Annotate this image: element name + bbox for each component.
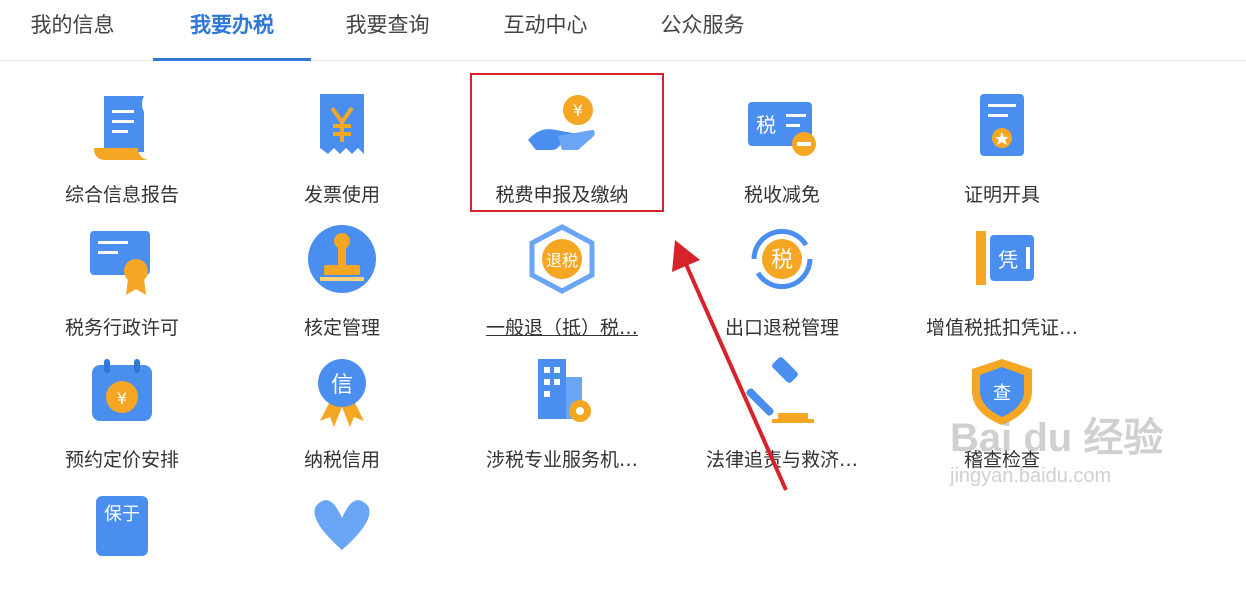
- tile-partial-2[interactable]: [242, 488, 442, 613]
- building-gear-icon: [538, 359, 591, 422]
- export-refund-icon: 税: [751, 228, 813, 290]
- certificate-star-icon: [980, 94, 1024, 156]
- tile-partial-1[interactable]: 保于: [22, 488, 222, 613]
- svg-text:查: 查: [993, 383, 1011, 404]
- stamp-icon: [308, 225, 376, 293]
- document-report-icon: [94, 96, 148, 160]
- svg-text:¥: ¥: [117, 389, 127, 408]
- svg-text:¥: ¥: [573, 101, 583, 120]
- tile-assessment[interactable]: 核定管理: [242, 223, 442, 348]
- tile-admin-license[interactable]: 税务行政许可: [22, 223, 222, 348]
- baidu-watermark: Bai du 经验 jingyan.baidu.com: [950, 405, 1230, 505]
- tile-export-refund[interactable]: 税 出口退税管理: [682, 223, 882, 348]
- tab-tax-handling-label: 我要办税: [190, 13, 274, 37]
- tile-label: 预约定价安排: [64, 449, 179, 471]
- svg-text:凭: 凭: [998, 248, 1018, 272]
- svg-text:信: 信: [331, 373, 353, 398]
- invoice-yuan-icon: [320, 94, 364, 154]
- tile-label: 法律追责与救济…: [705, 449, 858, 471]
- tile-label: 核定管理: [303, 317, 380, 339]
- tile-tax-declaration[interactable]: ¥ 税费申报及缴纳: [462, 90, 662, 215]
- svg-text:退税: 退税: [546, 251, 578, 270]
- svg-text:税: 税: [756, 113, 776, 137]
- watermark-brand: Bai du 经验: [950, 416, 1164, 460]
- tab-my-info[interactable]: 我的信息: [10, 0, 135, 60]
- tile-label: 税费申报及缴纳: [495, 184, 629, 206]
- hand-coin-icon: ¥: [528, 95, 595, 150]
- gavel-icon: [746, 357, 814, 423]
- svg-text:税: 税: [771, 248, 793, 273]
- tile-legal-remedy[interactable]: 法律追责与救济…: [682, 355, 882, 480]
- tile-label: 纳税信用: [303, 449, 380, 471]
- tile-label: 一般退（抵）税…: [485, 317, 638, 339]
- tile-professional-service[interactable]: 涉税专业服务机…: [462, 355, 662, 480]
- tile-vat-voucher[interactable]: 凭 增值税抵扣凭证…: [902, 223, 1102, 348]
- tile-label: 涉税专业服务机…: [485, 449, 638, 471]
- calendar-yuan-icon: ¥: [92, 359, 152, 421]
- tile-advance-pricing[interactable]: ¥ 预约定价安排: [22, 355, 222, 480]
- cert-partial-icon: 保于: [96, 496, 148, 556]
- nav-tabs: 我的信息 我要办税 我要查询 互动中心 公众服务: [0, 0, 1246, 61]
- tile-invoice-use[interactable]: 发票使用: [242, 90, 442, 215]
- tile-general-refund[interactable]: 退税 一般退（抵）税…: [462, 223, 662, 348]
- heart-partial-icon: [314, 500, 370, 550]
- tile-label: 综合信息报告: [64, 184, 179, 206]
- tile-label: 税收减免: [743, 184, 820, 206]
- tile-label: 税务行政许可: [64, 317, 179, 339]
- tax-card-minus-icon: 税: [748, 102, 816, 156]
- tax-refund-hexagon-icon: 退税: [529, 224, 595, 294]
- tile-label: 出口退税管理: [724, 317, 839, 339]
- tile-certificate[interactable]: 证明开具: [902, 90, 1102, 215]
- active-tab-underline: [153, 58, 311, 61]
- license-ribbon-icon: [90, 231, 150, 295]
- tab-public-service[interactable]: 公众服务: [640, 0, 765, 60]
- credit-medal-icon: 信: [318, 359, 366, 427]
- partial-tile-text: 保于: [104, 504, 140, 525]
- tile-label: 发票使用: [303, 184, 380, 206]
- tile-label: 证明开具: [963, 184, 1040, 206]
- watermark-url: jingyan.baidu.com: [950, 465, 1112, 487]
- tab-query[interactable]: 我要查询: [325, 0, 450, 60]
- tile-label: 增值税抵扣凭证…: [925, 317, 1078, 339]
- tab-tax-handling[interactable]: 我要办税: [153, 0, 311, 61]
- tile-comprehensive-report[interactable]: 综合信息报告: [22, 90, 222, 215]
- tile-tax-credit[interactable]: 信 纳税信用: [242, 355, 442, 480]
- voucher-ticket-icon: 凭: [976, 231, 1034, 285]
- tile-tax-relief[interactable]: 税 税收减免: [682, 90, 882, 215]
- tab-interaction-center[interactable]: 互动中心: [483, 0, 608, 60]
